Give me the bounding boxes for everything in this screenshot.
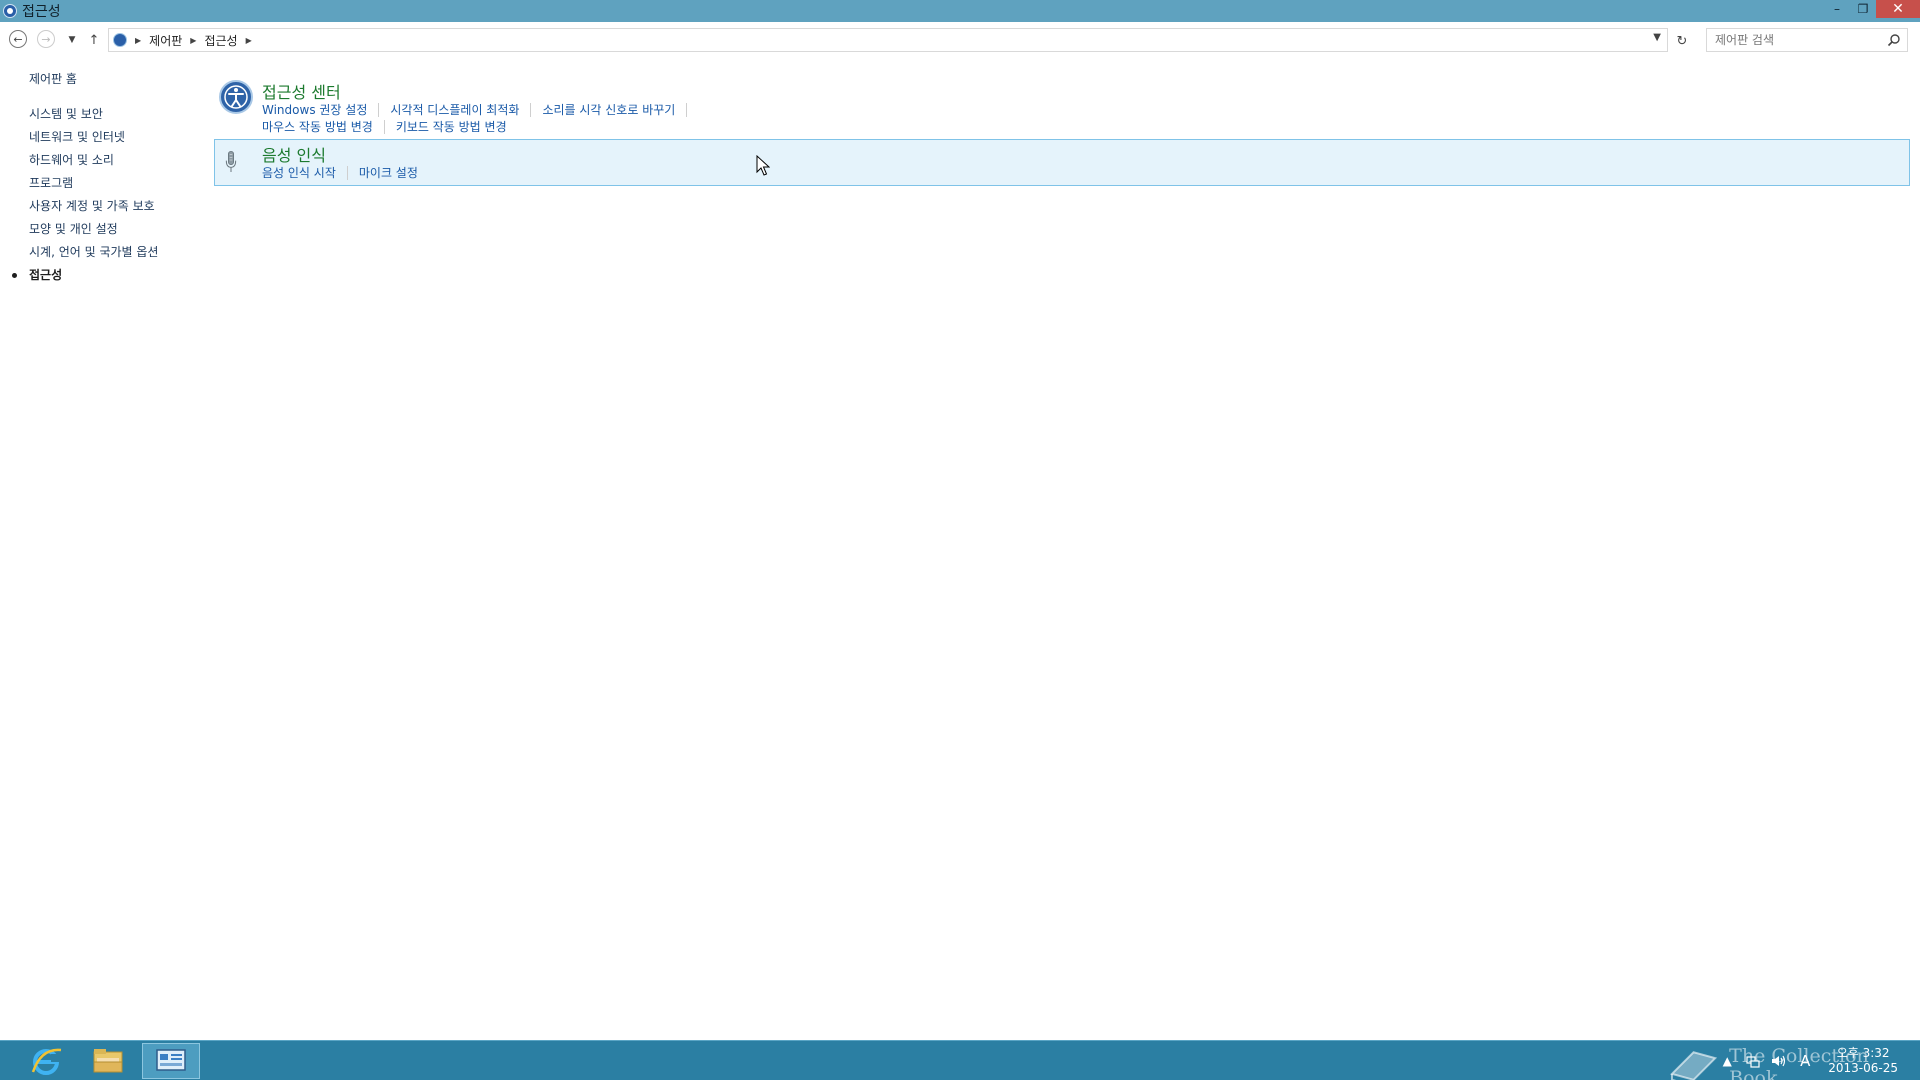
link-separator [530, 103, 532, 117]
control-panel-icon [113, 33, 127, 47]
refresh-icon: ↻ [1676, 33, 1688, 49]
refresh-button[interactable]: ↻ [1672, 31, 1692, 51]
clock-time: 오후 3:32 [1836, 1046, 1890, 1060]
back-button[interactable]: ← [9, 30, 27, 48]
address-dropdown-icon[interactable]: ▼ [1653, 32, 1661, 43]
sidebar-item-hardware-sound[interactable]: 하드웨어 및 소리 [0, 149, 200, 172]
breadcrumb-separator-icon[interactable]: ▶ [135, 36, 141, 45]
category-links-row: 음성 인식 시작 마이크 설정 [262, 164, 418, 181]
sidebar-item-user-accounts[interactable]: 사용자 계정 및 가족 보호 [0, 195, 200, 218]
taskbar-file-explorer[interactable] [80, 1043, 136, 1079]
link-separator [378, 103, 380, 117]
link-set-up-microphone[interactable]: 마이크 설정 [359, 164, 418, 181]
control-panel-window: 접근성 – ❐ ✕ ← → ▼ ↑ ▶ 제어판 ▶ 접근성 ▶ ▼ ↻ 제어판 … [0, 0, 1920, 1040]
up-arrow-icon: ↑ [88, 32, 100, 48]
breadcrumb-control-panel[interactable]: 제어판 [149, 32, 182, 49]
restore-button[interactable]: ❐ [1850, 0, 1876, 18]
minimize-button[interactable]: – [1824, 0, 1850, 18]
control-panel-app-icon[interactable] [3, 4, 17, 18]
window-title: 접근성 [22, 4, 61, 20]
close-button[interactable]: ✕ [1876, 0, 1920, 18]
internet-explorer-icon [31, 1048, 62, 1075]
category-links-row: Windows 권장 설정 시각적 디스플레이 최적화 소리를 시각 신호로 바… [262, 101, 698, 118]
title-bar[interactable]: 접근성 – ❐ ✕ [0, 0, 1920, 22]
breadcrumb-ease-of-access[interactable]: 접근성 [204, 32, 237, 49]
navigation-bar: ← → ▼ ↑ ▶ 제어판 ▶ 접근성 ▶ ▼ ↻ [0, 26, 1920, 56]
file-explorer-icon [93, 1049, 123, 1073]
search-icon[interactable] [1887, 33, 1901, 47]
sidebar-home-link[interactable]: 제어판 홈 [29, 70, 77, 87]
link-change-mouse-settings[interactable]: 마우스 작동 방법 변경 [262, 118, 373, 135]
search-input[interactable] [1715, 33, 1885, 47]
sidebar-item-network-internet[interactable]: 네트워크 및 인터넷 [0, 126, 200, 149]
category-links-row: 마우스 작동 방법 변경 키보드 작동 방법 변경 [262, 118, 507, 135]
clock-date: 2013-06-25 [1828, 1061, 1898, 1075]
search-box[interactable] [1706, 28, 1908, 52]
recent-locations-button[interactable]: ▼ [62, 30, 82, 50]
category-title[interactable]: 접근성 센터 [262, 79, 341, 103]
link-separator [686, 103, 688, 117]
clock[interactable]: 오후 3:32 2013-06-25 [1828, 1046, 1898, 1076]
input-method-indicator[interactable]: A [1796, 1052, 1814, 1070]
category-title[interactable]: 음성 인식 [262, 142, 326, 166]
network-icon[interactable] [1744, 1052, 1762, 1070]
address-bar[interactable]: ▶ 제어판 ▶ 접근성 ▶ ▼ [108, 28, 1668, 52]
book-watermark-icon [1670, 1051, 1718, 1086]
volume-icon[interactable] [1770, 1052, 1788, 1070]
control-panel-icon [156, 1049, 186, 1071]
category-speech-recognition: 음성 인식 음성 인식 시작 마이크 설정 [214, 139, 1910, 186]
microphone-icon[interactable] [223, 144, 247, 180]
sidebar-item-appearance[interactable]: 모양 및 개인 설정 [0, 218, 200, 241]
taskbar: The Collection Book ▲ A 오후 3:32 2013-06-… [0, 1040, 1920, 1089]
back-arrow-icon: ← [13, 32, 23, 46]
sidebar-item-system-security[interactable]: 시스템 및 보안 [0, 103, 200, 126]
system-tray: ▲ A 오후 3:32 2013-06-25 [1718, 1045, 1898, 1077]
link-replace-sounds-visual-cues[interactable]: 소리를 시각 신호로 바꾸기 [542, 101, 675, 118]
forward-button[interactable]: → [37, 30, 55, 48]
sidebar-category-list: 시스템 및 보안 네트워크 및 인터넷 하드웨어 및 소리 프로그램 사용자 계… [0, 103, 200, 287]
main-content: 접근성 센터 Windows 권장 설정 시각적 디스플레이 최적화 소리를 시… [214, 76, 1910, 186]
chevron-down-icon: ▼ [68, 35, 76, 45]
link-change-keyboard-settings[interactable]: 키보드 작동 방법 변경 [396, 118, 507, 135]
sidebar-item-ease-of-access: 접근성 [0, 264, 200, 287]
sidebar-item-programs[interactable]: 프로그램 [0, 172, 200, 195]
breadcrumb-separator-icon[interactable]: ▶ [246, 36, 252, 45]
link-optimize-visual-display[interactable]: 시각적 디스플레이 최적화 [390, 101, 519, 118]
link-separator [346, 166, 348, 180]
mouse-cursor-icon [756, 155, 770, 176]
window-controls: – ❐ ✕ [1824, 0, 1920, 22]
taskbar-control-panel[interactable] [142, 1043, 200, 1079]
breadcrumb-separator-icon[interactable]: ▶ [190, 36, 196, 45]
sidebar-item-clock-language[interactable]: 시계, 언어 및 국가별 옵션 [0, 241, 200, 264]
category-ease-of-access-center: 접근성 센터 Windows 권장 설정 시각적 디스플레이 최적화 소리를 시… [214, 76, 1910, 136]
ease-of-access-icon[interactable] [218, 79, 254, 115]
link-windows-recommended-settings[interactable]: Windows 권장 설정 [262, 101, 367, 118]
link-start-speech-recognition[interactable]: 음성 인식 시작 [262, 164, 336, 181]
speaker-glyph-icon [1772, 1055, 1786, 1067]
forward-arrow-icon: → [41, 32, 51, 46]
taskbar-internet-explorer[interactable] [18, 1043, 74, 1079]
network-glyph-icon [1746, 1056, 1760, 1068]
link-separator [383, 120, 385, 134]
up-button[interactable]: ↑ [84, 30, 104, 50]
show-hidden-icons-icon[interactable]: ▲ [1718, 1052, 1736, 1070]
